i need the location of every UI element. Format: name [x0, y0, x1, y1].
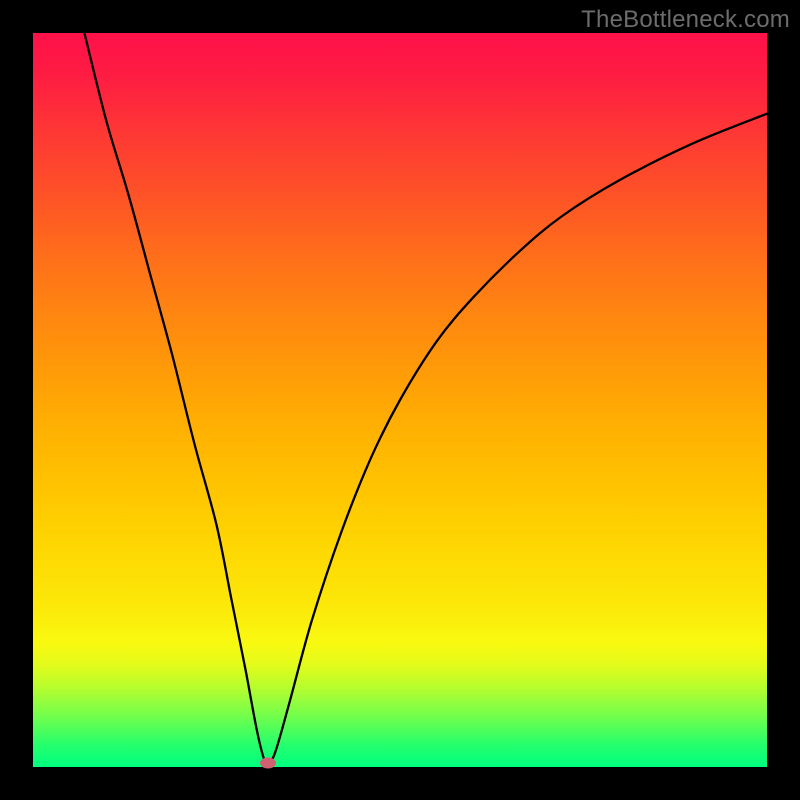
watermark-text: TheBottleneck.com: [581, 6, 790, 34]
plot-area: [33, 33, 767, 767]
chart-frame: TheBottleneck.com: [0, 0, 800, 800]
optimum-marker: [260, 758, 276, 769]
bottleneck-curve: [33, 33, 767, 767]
